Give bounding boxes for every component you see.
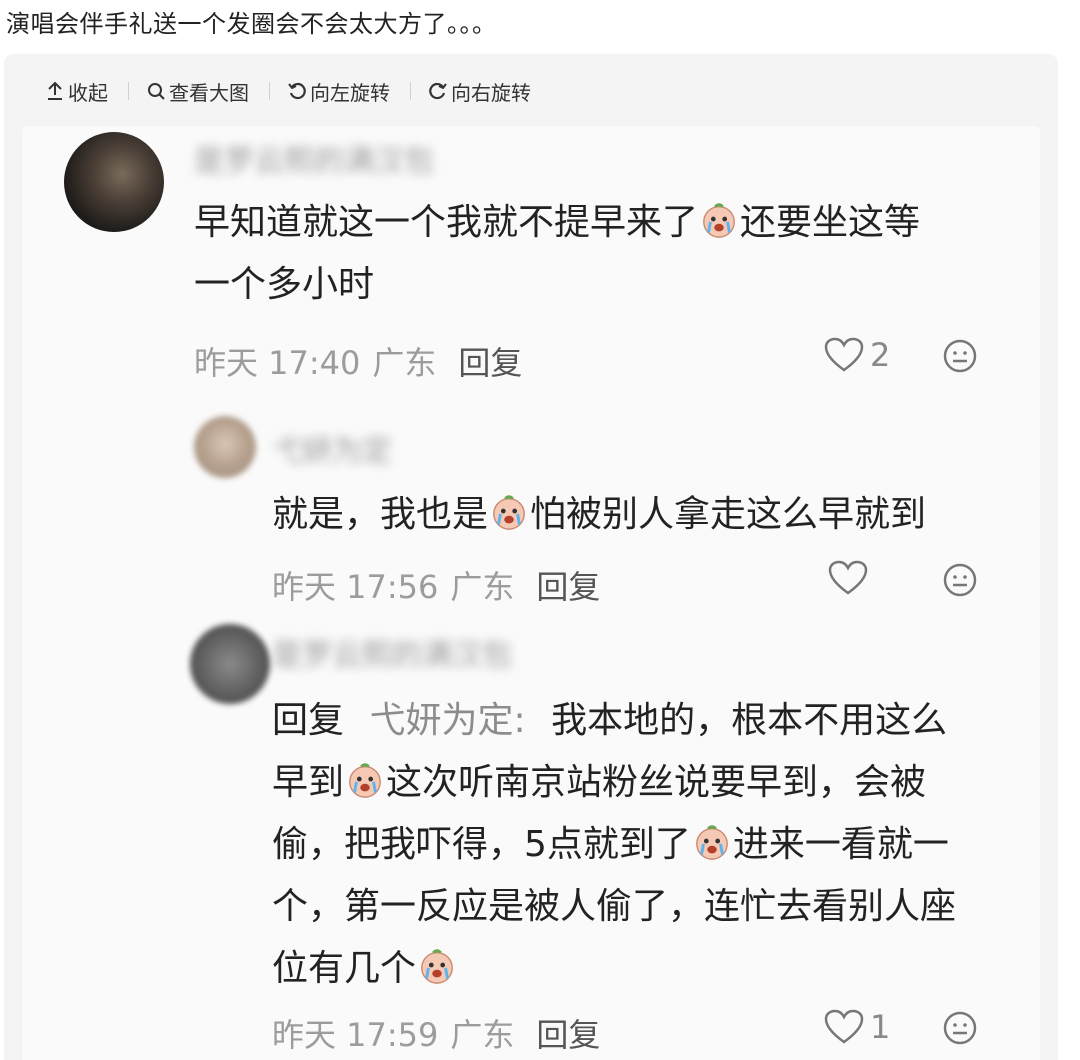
comment-screenshot: 是罗云熙的满汉包 早知道就这一个我就不提早来了 还要坐这等 一个多小时 昨天 17… xyxy=(22,126,1040,1060)
comment-text-line: 一个多小时 xyxy=(194,264,375,305)
comment-text: 就是，我也是 怕被别人拿走这么早就到 xyxy=(272,484,926,546)
dislike-face-icon[interactable] xyxy=(942,1010,978,1046)
like-count: 1 xyxy=(870,1008,891,1046)
comment-time: 昨天 17:40 xyxy=(194,344,361,382)
image-toolbar: 收起 查看大图 向左旋转 向右旋转 xyxy=(44,76,531,106)
comment-text: 位有几个 xyxy=(272,938,458,1000)
heart-icon xyxy=(824,1009,864,1044)
comment-text-part: 进来一看就一 xyxy=(732,824,949,865)
rotate-left-label: 向左旋转 xyxy=(310,80,390,105)
comment-text-part: 位有几个 xyxy=(272,948,417,989)
crying-emoji-icon xyxy=(418,947,456,985)
comment-location: 广东 xyxy=(450,568,515,606)
comment-text-part: 早知道就这一个我就不提早来了 xyxy=(194,202,699,243)
comment-text-part: 偷，把我吓得，5点就到了 xyxy=(272,824,691,865)
rotate-right-icon xyxy=(427,80,449,102)
reply-button[interactable]: 回复 xyxy=(536,562,600,608)
heart-icon xyxy=(824,337,864,372)
crying-emoji-icon xyxy=(346,761,384,799)
crying-emoji-icon xyxy=(490,493,528,531)
like-button[interactable] xyxy=(828,560,868,596)
reply-prefix: 回复 xyxy=(272,700,345,741)
search-icon xyxy=(145,80,167,102)
collapse-label: 收起 xyxy=(68,80,108,105)
comment-time: 昨天 17:56 xyxy=(272,568,439,606)
comment-text-part: 我本地的，根本不用这么 xyxy=(551,700,948,741)
comment-text: 早知道就这一个我就不提早来了 还要坐这等 xyxy=(194,192,920,254)
view-large-button[interactable]: 查看大图 xyxy=(145,77,249,106)
crying-emoji-icon xyxy=(700,201,738,239)
comment-text-part: 这次听南京站粉丝说要早到，会被 xyxy=(386,762,927,803)
comment-location: 广东 xyxy=(450,1016,515,1054)
reply-button[interactable]: 回复 xyxy=(536,1010,600,1056)
image-viewer: 收起 查看大图 向左旋转 向右旋转 是罗云熙的满汉包 早知道就这一个我就不提早来… xyxy=(4,54,1058,1060)
username-blurred: 弋妍为定 xyxy=(272,434,392,469)
rotate-left-button[interactable]: 向左旋转 xyxy=(286,77,390,106)
toolbar-divider xyxy=(410,82,411,100)
crying-emoji-icon xyxy=(693,823,731,861)
comment-location: 广东 xyxy=(372,344,437,382)
comment-meta: 昨天 17:40 广东 回复 xyxy=(194,338,522,384)
post-title: 演唱会伴手礼送一个发圈会不会太大方了。。。 xyxy=(6,10,497,38)
comment-text-line: 个，第一反应是被人偷了，连忙去看别人座 xyxy=(272,886,957,927)
comment-meta: 昨天 17:59 广东 回复 xyxy=(272,1010,600,1056)
collapse-button[interactable]: 收起 xyxy=(44,77,108,106)
toolbar-divider xyxy=(269,82,270,100)
comment-text: 回复 弋妍为定: 我本地的，根本不用这么 xyxy=(272,700,948,741)
comment-text-part: 就是，我也是 xyxy=(272,494,489,535)
like-count: 2 xyxy=(870,336,891,374)
comment-text-part: 早到 xyxy=(272,762,345,803)
comment-text: 早到 这次听南京站粉丝说要早到，会被 xyxy=(272,752,926,814)
reply-button[interactable]: 回复 xyxy=(458,338,522,384)
username-blurred: 是罗云熙的满汉包 xyxy=(272,638,512,673)
avatar xyxy=(190,624,270,704)
toolbar-divider xyxy=(128,82,129,100)
rotate-left-icon xyxy=(286,80,308,102)
view-large-label: 查看大图 xyxy=(169,80,249,105)
like-button[interactable]: 2 xyxy=(824,336,890,374)
avatar xyxy=(194,416,256,478)
comment-meta: 昨天 17:56 广东 回复 xyxy=(272,562,600,608)
comment-time: 昨天 17:59 xyxy=(272,1016,439,1054)
comment-text-part: 怕被别人拿走这么早就到 xyxy=(530,494,927,535)
collapse-up-icon xyxy=(44,80,66,102)
reply-to-user[interactable]: 弋妍为定 xyxy=(369,700,513,741)
dislike-face-icon[interactable] xyxy=(942,338,978,374)
heart-icon xyxy=(828,560,868,595)
rotate-right-button[interactable]: 向右旋转 xyxy=(427,77,531,106)
dislike-face-icon[interactable] xyxy=(942,562,978,598)
avatar xyxy=(64,132,164,232)
comment-text-part: 还要坐这等 xyxy=(740,202,921,243)
rotate-right-label: 向右旋转 xyxy=(451,80,531,105)
comment-text: 偷，把我吓得，5点就到了 进来一看就一 xyxy=(272,814,949,876)
like-button[interactable]: 1 xyxy=(824,1008,890,1046)
username-blurred: 是罗云熙的满汉包 xyxy=(194,144,434,179)
